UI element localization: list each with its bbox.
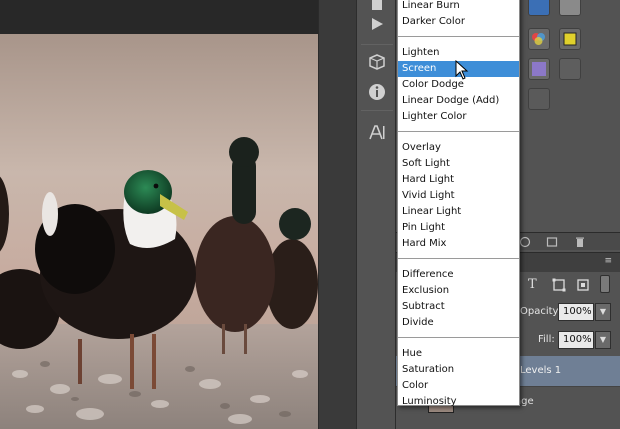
opacity-dropdown-button[interactable]: ▼ <box>595 303 611 321</box>
opacity-label: Opacity: <box>520 306 562 317</box>
blend-mode-item[interactable]: Hard Light <box>398 172 519 188</box>
menu-separator <box>398 258 519 259</box>
smart-object-filter-icon[interactable] <box>576 278 590 292</box>
channel-mixer-icon[interactable] <box>528 28 550 50</box>
type-filter-icon[interactable]: T <box>528 277 537 292</box>
blend-mode-item[interactable]: Linear Dodge (Add) <box>398 93 519 109</box>
blend-mode-item[interactable]: Exclusion <box>398 283 519 299</box>
blend-mode-item[interactable]: Lighten <box>398 45 519 61</box>
blend-mode-item[interactable]: Difference <box>398 267 519 283</box>
trash-icon[interactable] <box>574 236 586 248</box>
blend-mode-item[interactable]: Divide <box>398 315 519 331</box>
new-icon[interactable] <box>546 236 558 248</box>
type-A-icon[interactable] <box>363 120 391 144</box>
blend-mode-item[interactable]: Saturation <box>398 362 519 378</box>
blend-mode-item[interactable]: Lighter Color <box>398 109 519 125</box>
fill-input[interactable]: 100% <box>558 331 594 349</box>
adjustment-swatch[interactable] <box>559 0 581 16</box>
blend-mode-item[interactable]: Hard Mix <box>398 236 519 252</box>
filter-toggle[interactable] <box>600 275 610 293</box>
fill-label: Fill: <box>538 334 555 345</box>
menu-separator <box>398 337 519 338</box>
canvas-gutter <box>318 0 356 429</box>
blend-mode-item[interactable]: Hue <box>398 346 519 362</box>
blend-mode-item[interactable]: Color <box>398 378 519 394</box>
gradient-map-icon[interactable] <box>528 58 550 80</box>
canvas-area[interactable] <box>0 0 318 429</box>
blend-mode-item[interactable]: Overlay <box>398 140 519 156</box>
duck-photo <box>0 34 318 429</box>
info-icon[interactable] <box>363 80 391 104</box>
mouse-cursor-icon <box>455 60 469 80</box>
adjustment-swatch[interactable] <box>559 58 581 80</box>
blend-mode-item[interactable]: Soft Light <box>398 156 519 172</box>
adjustment-swatch[interactable] <box>528 0 550 16</box>
blend-mode-item[interactable]: Vivid Light <box>398 188 519 204</box>
blend-mode-item[interactable]: Pin Light <box>398 220 519 236</box>
fill-dropdown-button[interactable]: ▼ <box>595 331 611 349</box>
play-icon[interactable] <box>363 12 391 36</box>
layer-name: Levels 1 <box>520 365 562 376</box>
blend-mode-item[interactable]: Subtract <box>398 299 519 315</box>
opacity-input[interactable]: 100% <box>558 303 594 321</box>
shape-filter-icon[interactable] <box>552 278 566 292</box>
selective-color-icon[interactable] <box>559 28 581 50</box>
visibility-icon[interactable] <box>519 236 531 248</box>
tool-separator <box>361 110 393 111</box>
blend-mode-item[interactable]: Linear Burn <box>398 0 519 14</box>
menu-separator <box>398 131 519 132</box>
adjustment-swatch[interactable] <box>528 88 550 110</box>
collapsed-panel-strip <box>356 0 396 429</box>
tool-separator <box>361 44 393 45</box>
blend-mode-item[interactable]: Luminosity <box>398 394 519 410</box>
menu-separator <box>398 36 519 37</box>
3d-cube-icon[interactable] <box>363 50 391 74</box>
blend-mode-item[interactable]: Linear Light <box>398 204 519 220</box>
panel-menu-icon[interactable]: ≡ <box>604 256 612 266</box>
blend-mode-item[interactable]: Darker Color <box>398 14 519 30</box>
